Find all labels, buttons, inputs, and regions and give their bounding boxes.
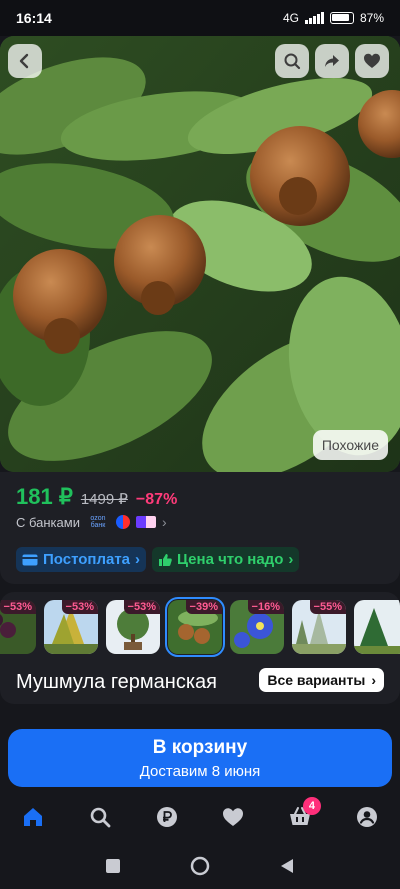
card-icon xyxy=(22,554,38,565)
postpay-chip[interactable]: Постоплата › xyxy=(16,547,147,572)
thumbs-up-icon xyxy=(159,553,172,566)
chevron-right-icon: › xyxy=(371,672,376,688)
ruble-icon xyxy=(156,807,177,827)
discount-badge: −53% xyxy=(123,600,160,614)
back-button[interactable] xyxy=(8,44,42,78)
favorite-button[interactable] xyxy=(355,44,389,78)
postpay-label: Постоплата xyxy=(43,551,131,568)
back-triangle-icon[interactable] xyxy=(279,858,295,874)
product-photo xyxy=(0,36,400,472)
discount-badge: −39% xyxy=(185,600,222,614)
variant-thumbnails: −53% −53% −53% −39% −16% −55% xyxy=(0,597,400,657)
discount-badge: −16% xyxy=(247,600,284,614)
home-icon xyxy=(24,808,43,826)
discount-badge: −53% xyxy=(0,600,36,614)
back-icon xyxy=(19,53,29,69)
fair-price-label: Цена что надо xyxy=(177,551,284,568)
variant-thumb[interactable]: −53% xyxy=(0,600,36,654)
heart-icon xyxy=(364,53,380,68)
add-to-cart-label: В корзину xyxy=(152,736,248,758)
heart-icon xyxy=(223,808,244,826)
variant-thumb[interactable]: −16% xyxy=(230,600,284,654)
variant-thumb[interactable] xyxy=(354,600,400,654)
variant-image xyxy=(354,600,400,654)
bank-offers[interactable]: С банками ozon банк › xyxy=(16,514,167,530)
signal-icon xyxy=(304,12,324,24)
old-price: 1499 ₽ xyxy=(80,491,128,508)
product-image[interactable]: Похожие xyxy=(0,36,400,472)
profile-icon xyxy=(356,807,377,827)
delivery-date: Доставим 8 июня xyxy=(139,762,261,780)
variant-thumb[interactable]: −53% xyxy=(106,600,160,654)
share-icon xyxy=(325,55,339,67)
tab-search[interactable] xyxy=(80,797,120,837)
system-navigation xyxy=(0,842,400,889)
cart-count-badge: 4 xyxy=(302,797,321,815)
add-to-cart-button[interactable]: В корзину Доставим 8 июня xyxy=(8,729,392,787)
chevron-right-icon: › xyxy=(288,551,294,568)
bottom-navigation: 4 xyxy=(0,795,400,839)
home-circle-icon[interactable] xyxy=(190,856,210,876)
chevron-right-icon: › xyxy=(161,514,167,530)
discount-percent: −87% xyxy=(135,491,178,508)
product-title: Мушмула германская xyxy=(16,671,217,693)
tab-finance[interactable] xyxy=(147,797,187,837)
promo-chips: Постоплата › Цена что надо › xyxy=(16,547,300,572)
variant-thumb[interactable]: −53% xyxy=(44,600,98,654)
clock: 16:14 xyxy=(16,10,52,26)
search-icon xyxy=(90,807,111,828)
recent-apps-icon[interactable] xyxy=(105,858,121,874)
variant-thumb-selected[interactable]: −39% xyxy=(165,597,225,657)
tab-profile[interactable] xyxy=(347,797,387,837)
chevron-right-icon: › xyxy=(135,551,141,568)
bank-logo-icon xyxy=(115,515,130,529)
tab-cart[interactable]: 4 xyxy=(280,797,321,837)
variants-section: −53% −53% −53% −39% −16% −55% Мушмула ге… xyxy=(0,592,400,704)
discount-badge: −53% xyxy=(61,600,98,614)
network-type: 4G xyxy=(282,11,299,25)
price-block: 181 ₽ 1499 ₽ −87% С банками ozon банк › … xyxy=(0,472,400,584)
similar-button[interactable]: Похожие xyxy=(312,430,388,460)
tab-home[interactable] xyxy=(13,797,53,837)
current-price: 181 ₽ xyxy=(16,484,73,509)
fair-price-chip[interactable]: Цена что надо › xyxy=(152,547,300,572)
status-icons: 4G 87% xyxy=(283,11,384,25)
battery-level: 87% xyxy=(359,11,384,25)
price-row: 181 ₽ 1499 ₽ −87% xyxy=(16,484,177,510)
status-bar: 16:14 4G 87% xyxy=(0,0,400,36)
tab-favorites[interactable] xyxy=(213,797,253,837)
discount-badge: −55% xyxy=(309,600,346,614)
all-variants-button[interactable]: Все варианты › xyxy=(259,668,384,692)
search-icon xyxy=(284,53,301,70)
all-variants-label: Все варианты xyxy=(267,672,366,688)
ozon-bank-logo: ozon банк xyxy=(90,515,106,529)
share-button[interactable] xyxy=(315,44,349,78)
banks-label: С банками xyxy=(16,514,80,530)
battery-icon xyxy=(329,12,354,24)
bank-card-icon xyxy=(135,516,156,528)
variant-thumb[interactable]: −55% xyxy=(292,600,346,654)
search-button[interactable] xyxy=(275,44,309,78)
